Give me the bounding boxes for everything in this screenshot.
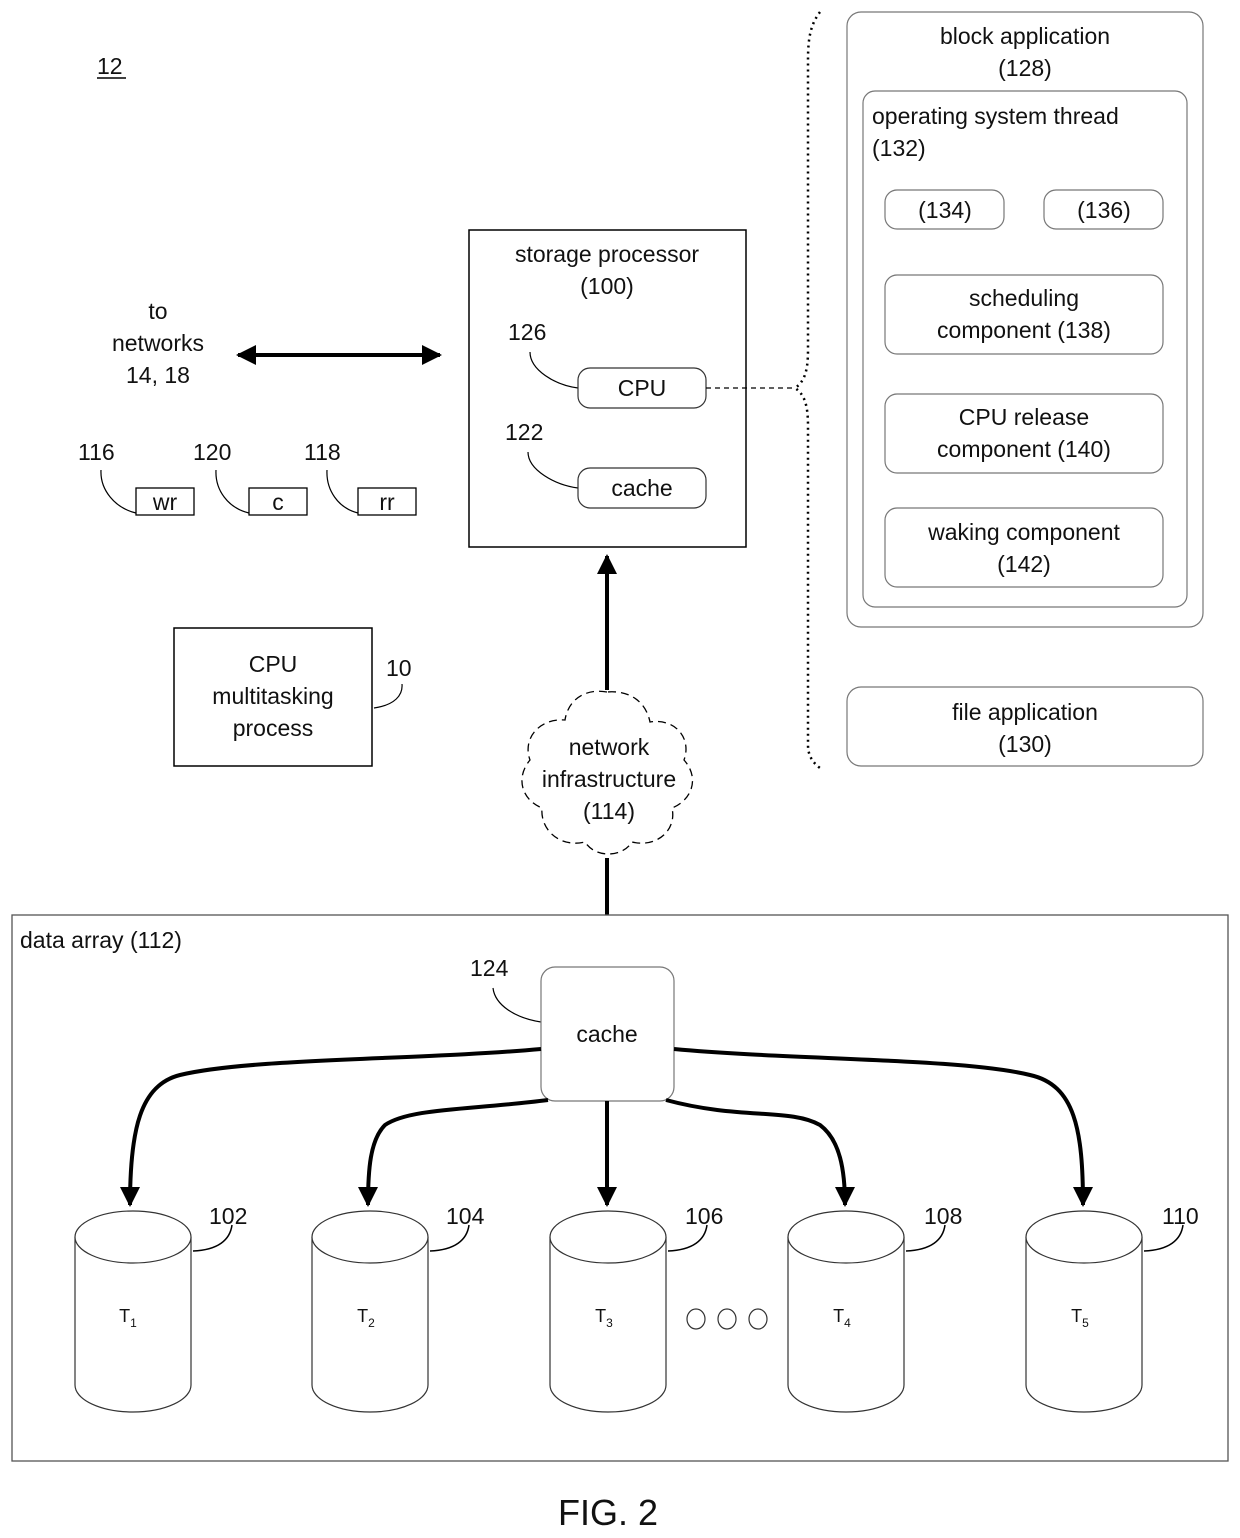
leader-line <box>326 469 359 514</box>
target-ref: 104 <box>446 1203 485 1229</box>
svg-text:(114): (114) <box>583 798 635 824</box>
svg-text:(142): (142) <box>997 551 1051 577</box>
file-application: file application (130) <box>846 686 1204 767</box>
operating-system-thread: operating system thread (132) (134) (136… <box>862 90 1188 608</box>
diagram-canvas: 12 to networks 14, 18 116 wr 120 c 118 r… <box>11 11 1229 1533</box>
svg-text:networks: networks <box>112 330 204 356</box>
svg-text:CPU release: CPU release <box>959 404 1089 430</box>
svg-text:process: process <box>233 715 314 741</box>
data-array-cache-ref: 124 <box>470 955 509 981</box>
data-array: data array (112) 124 cache T1 102 T2 104 <box>11 914 1229 1462</box>
leader-line <box>373 683 403 709</box>
block-application-ref: (128) <box>998 55 1052 81</box>
legend-ref-116: 116 <box>78 439 115 465</box>
svg-text:(134): (134) <box>918 197 972 223</box>
block-application-title: block application <box>940 23 1110 49</box>
sp-cache-ref: 122 <box>505 419 543 445</box>
block-application: block application (128) operating system… <box>846 11 1204 628</box>
svg-text:(136): (136) <box>1077 197 1131 223</box>
svg-text:component (140): component (140) <box>937 436 1111 462</box>
storage-processor-title: storage processor <box>515 241 699 267</box>
legend-ref-120: 120 <box>193 439 231 465</box>
svg-text:file application: file application <box>952 699 1098 725</box>
cpu-multitasking-process: CPU multitasking process 10 <box>173 627 412 767</box>
os-thread-title: operating system thread <box>872 103 1119 129</box>
legend-ref-118: 118 <box>304 439 341 465</box>
svg-text:(130): (130) <box>998 731 1052 757</box>
svg-text:CPU: CPU <box>249 651 298 677</box>
legend-box-rr: 118 rr <box>304 439 417 516</box>
svg-text:c: c <box>272 489 284 515</box>
cpu-label: CPU <box>618 375 667 401</box>
cpu-release-component: CPU release component (140) <box>884 393 1164 474</box>
target-ref: 106 <box>685 1203 723 1229</box>
svg-text:to: to <box>148 298 167 324</box>
legend-box-wr: 116 wr <box>78 439 195 516</box>
leader-line <box>215 469 250 514</box>
figure-label: FIG. 2 <box>558 1492 658 1533</box>
networks-label: to networks 14, 18 <box>112 298 204 388</box>
svg-text:scheduling: scheduling <box>969 285 1079 311</box>
legend-box-c: 120 c <box>193 439 308 516</box>
os-thread-ref: (132) <box>872 135 926 161</box>
svg-text:waking component: waking component <box>927 519 1120 545</box>
target-ref: 110 <box>1162 1203 1199 1229</box>
data-array-title: data array (112) <box>20 927 182 953</box>
figure-ref-number: 12 <box>97 53 123 79</box>
cpu-multitasking-ref: 10 <box>386 655 412 681</box>
ellipsis-dots <box>686 1308 768 1330</box>
target-ref: 108 <box>924 1203 962 1229</box>
data-array-cache-label: cache <box>576 1021 637 1047</box>
svg-text:14, 18: 14, 18 <box>126 362 190 388</box>
svg-text:wr: wr <box>152 489 178 515</box>
storage-processor-ref: (100) <box>580 273 634 299</box>
svg-text:infrastructure: infrastructure <box>542 766 676 792</box>
leader-line <box>100 469 137 514</box>
waking-component: waking component (142) <box>884 507 1164 588</box>
svg-text:network: network <box>569 734 650 760</box>
cpu-ref: 126 <box>508 319 546 345</box>
storage-processor: storage processor (100) 126 CPU 122 cach… <box>468 229 747 548</box>
network-infrastructure-cloud: network infrastructure (114) <box>521 690 694 855</box>
sp-cache-label: cache <box>611 475 672 501</box>
scheduling-component: scheduling component (138) <box>884 274 1164 355</box>
svg-text:component (138): component (138) <box>937 317 1111 343</box>
target-ref: 102 <box>209 1203 247 1229</box>
curly-brace <box>792 11 822 769</box>
svg-text:rr: rr <box>379 489 395 515</box>
svg-text:multitasking: multitasking <box>212 683 333 709</box>
